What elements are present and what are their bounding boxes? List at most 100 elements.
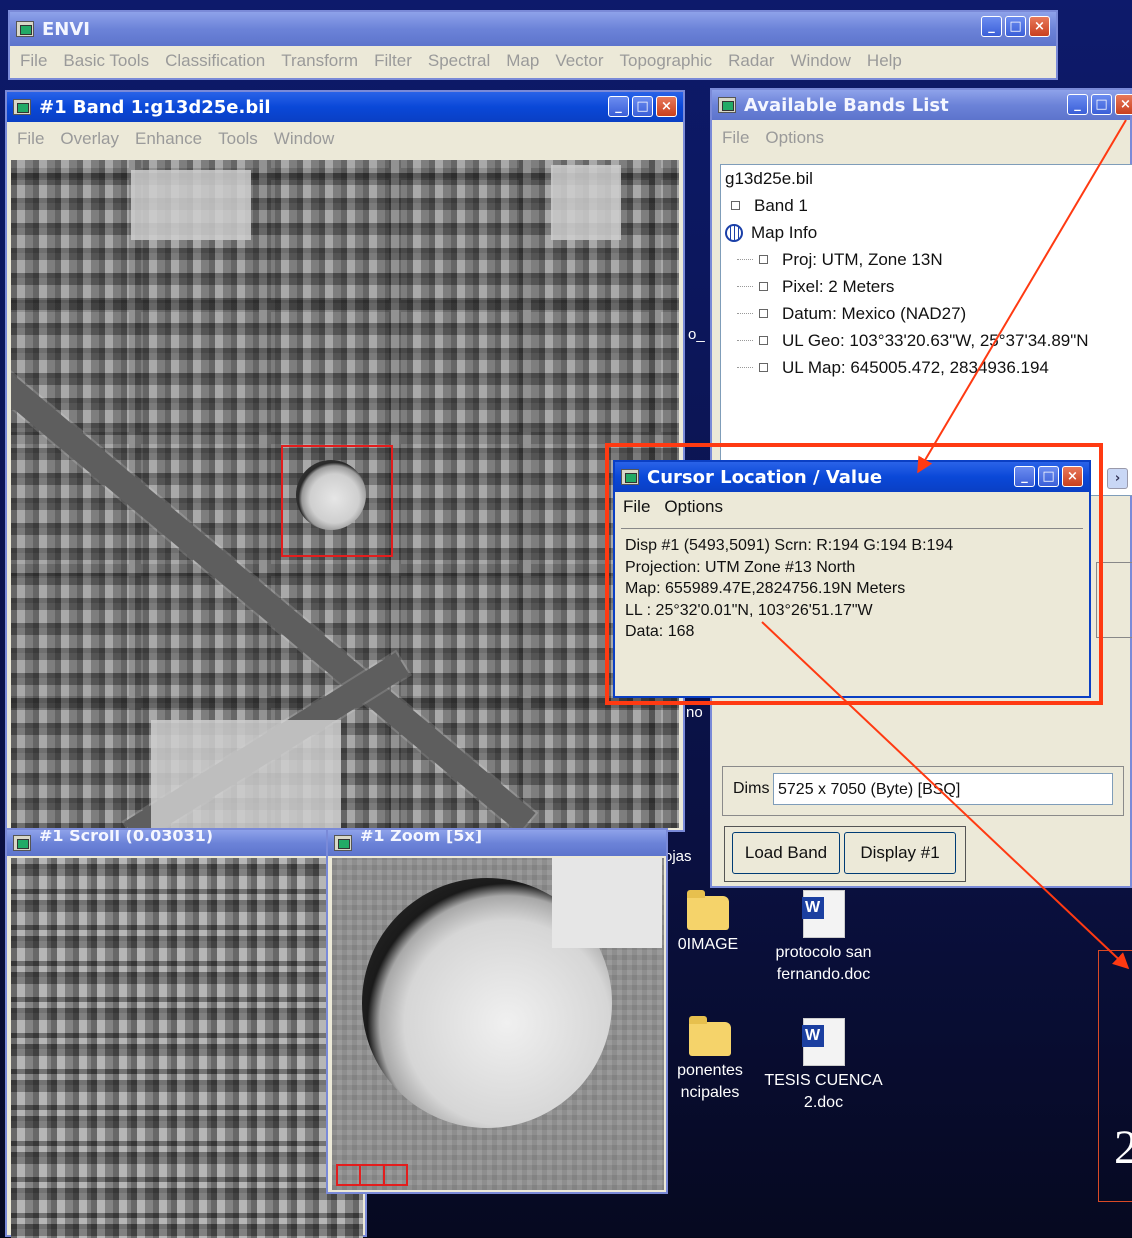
cursor-window-titlebar[interactable]: Cursor Location / Value _ □ × (615, 462, 1089, 492)
zoom-out-icon[interactable] (338, 1166, 362, 1184)
tree-file[interactable]: g13d25e.bil (721, 165, 1132, 192)
globe-icon (725, 223, 743, 242)
tree-connector (737, 313, 753, 314)
scroll-right-icon[interactable]: › (1107, 468, 1128, 489)
image-menu-tools[interactable]: Tools (218, 129, 258, 149)
tree-item[interactable]: UL Map: 645005.472, 2834936.194 (721, 354, 1132, 381)
maximize-icon[interactable]: □ (1005, 16, 1026, 37)
dims-value: 5725 x 7050 (Byte) [BSQ] (773, 773, 1113, 805)
bands-menu-file[interactable]: File (722, 128, 749, 148)
menu-topographic[interactable]: Topographic (620, 51, 713, 71)
cursor-menu-options[interactable]: Options (664, 497, 723, 517)
bands-menubar: File Options (712, 120, 1130, 156)
desktop-icon-label: ponentes ncipales (677, 1062, 743, 1101)
tree-map-info-label: Map Info (751, 222, 818, 242)
cursor-readout-panel: Disp #1 (5493,5091) Scrn: R:194 G:194 B:… (615, 522, 1089, 696)
zoom-field (552, 858, 662, 948)
desktop-icon-label: 0IMAGE (677, 936, 739, 953)
zoom-window-title: #1 Zoom [5x] (360, 830, 483, 845)
cursor-menubar: File Options (615, 492, 1089, 522)
zoom-box-indicator[interactable] (281, 445, 393, 557)
close-icon[interactable]: × (1062, 466, 1083, 487)
readout-line: Map: 655989.47E,2824756.19N Meters (625, 580, 906, 597)
zoom-window-titlebar[interactable]: #1 Zoom [5x] (328, 830, 666, 856)
cursor-menu-file[interactable]: File (623, 497, 650, 517)
zoom-in-icon[interactable] (361, 1166, 385, 1184)
menu-spectral[interactable]: Spectral (428, 51, 490, 71)
close-icon[interactable]: × (1029, 16, 1050, 37)
tree-item[interactable]: Datum: Mexico (NAD27) (721, 300, 1132, 327)
envi-titlebar[interactable]: ENVI _ □ × (10, 12, 1056, 46)
menu-radar[interactable]: Radar (728, 51, 774, 71)
image-menu-file[interactable]: File (17, 129, 44, 149)
menu-classification[interactable]: Classification (165, 51, 265, 71)
checkbox-icon (759, 336, 768, 345)
tree-item[interactable]: Pixel: 2 Meters (721, 273, 1132, 300)
desktop-doc-tesis[interactable]: TESIS CUENCA 2.doc (756, 1018, 891, 1114)
display-button[interactable]: Display #1 (844, 832, 956, 874)
dims-label: Dims (733, 780, 770, 797)
zoom-toggle-icon[interactable] (385, 1166, 406, 1184)
tree-connector (737, 340, 753, 341)
bands-app-icon (718, 97, 736, 113)
menu-filter[interactable]: Filter (374, 51, 412, 71)
tree-map-info[interactable]: Map Info (721, 219, 1132, 246)
image-app-icon (13, 99, 31, 115)
checkbox-icon (759, 255, 768, 264)
minimize-icon[interactable]: _ (981, 16, 1002, 37)
desktop-folder-0image[interactable]: 0IMAGE (668, 890, 748, 956)
image-window-titlebar[interactable]: #1 Band 1:g13d25e.bil _ □ × (7, 92, 683, 122)
load-band-button[interactable]: Load Band (732, 832, 840, 874)
bands-list-title: Available Bands List (744, 94, 949, 116)
menu-window[interactable]: Window (790, 51, 850, 71)
tree-band[interactable]: Band 1 (721, 192, 1132, 219)
bands-menu-options[interactable]: Options (765, 128, 824, 148)
cursor-location-window: Cursor Location / Value _ □ × File Optio… (613, 460, 1091, 698)
readout-line: Data: 168 (625, 623, 695, 640)
image-window: #1 Band 1:g13d25e.bil _ □ × File Overlay… (5, 90, 685, 832)
tree-item[interactable]: Proj: UTM, Zone 13N (721, 246, 1132, 273)
tree-band-label: Band 1 (754, 195, 808, 215)
menu-help[interactable]: Help (867, 51, 902, 71)
menu-file[interactable]: File (20, 51, 47, 71)
tree-item[interactable]: UL Geo: 103°33'20.63"W, 25°37'34.89"N (721, 327, 1132, 354)
menu-map[interactable]: Map (506, 51, 539, 71)
aerial-image[interactable] (11, 160, 679, 828)
hidden-label: ojas (664, 848, 692, 865)
image-menu-overlay[interactable]: Overlay (60, 129, 119, 149)
zoom-image[interactable] (332, 858, 664, 1190)
maximize-icon[interactable]: □ (1038, 466, 1059, 487)
image-menubar: File Overlay Enhance Tools Window (7, 122, 683, 156)
desktop-folder-componentes[interactable]: ponentes ncipales (660, 1016, 760, 1104)
menu-transform[interactable]: Transform (281, 51, 358, 71)
scroll-overview-image[interactable] (11, 858, 363, 1238)
tree-item-label: UL Map: 645005.472, 2834936.194 (782, 357, 1049, 377)
tree-connector (737, 259, 753, 260)
checkbox-icon (759, 309, 768, 318)
scroll-window-title: #1 Scroll (0.03031) (39, 830, 214, 845)
folder-icon (687, 890, 729, 930)
minimize-icon[interactable]: _ (608, 96, 629, 117)
minimize-icon[interactable]: _ (1067, 94, 1088, 115)
bands-list-titlebar[interactable]: Available Bands List _ □ × (712, 90, 1132, 120)
checkbox-icon (759, 363, 768, 372)
maximize-icon[interactable]: □ (1091, 94, 1112, 115)
menu-basic-tools[interactable]: Basic Tools (63, 51, 149, 71)
scroll-app-icon (13, 835, 31, 851)
word-doc-icon (801, 890, 845, 938)
zoom-controls[interactable] (336, 1164, 408, 1186)
scroll-window-titlebar[interactable]: #1 Scroll (0.03031) (7, 830, 365, 856)
minimize-icon[interactable]: _ (1014, 466, 1035, 487)
close-icon[interactable]: × (1115, 94, 1132, 115)
callout-digit: 2 (1114, 1121, 1132, 1174)
image-menu-enhance[interactable]: Enhance (135, 129, 202, 149)
readout-line: Projection: UTM Zone #13 North (625, 558, 856, 576)
tree-item-label: UL Geo: 103°33'20.63"W, 25°37'34.89"N (782, 330, 1089, 350)
image-menu-window[interactable]: Window (274, 129, 334, 149)
zoom-window: #1 Zoom [5x] (326, 828, 668, 1194)
maximize-icon[interactable]: □ (632, 96, 653, 117)
tree-item-label: Pixel: 2 Meters (782, 276, 895, 296)
close-icon[interactable]: × (656, 96, 677, 117)
desktop-doc-protocolo[interactable]: protocolo san fernando.doc (756, 890, 891, 986)
menu-vector[interactable]: Vector (555, 51, 603, 71)
